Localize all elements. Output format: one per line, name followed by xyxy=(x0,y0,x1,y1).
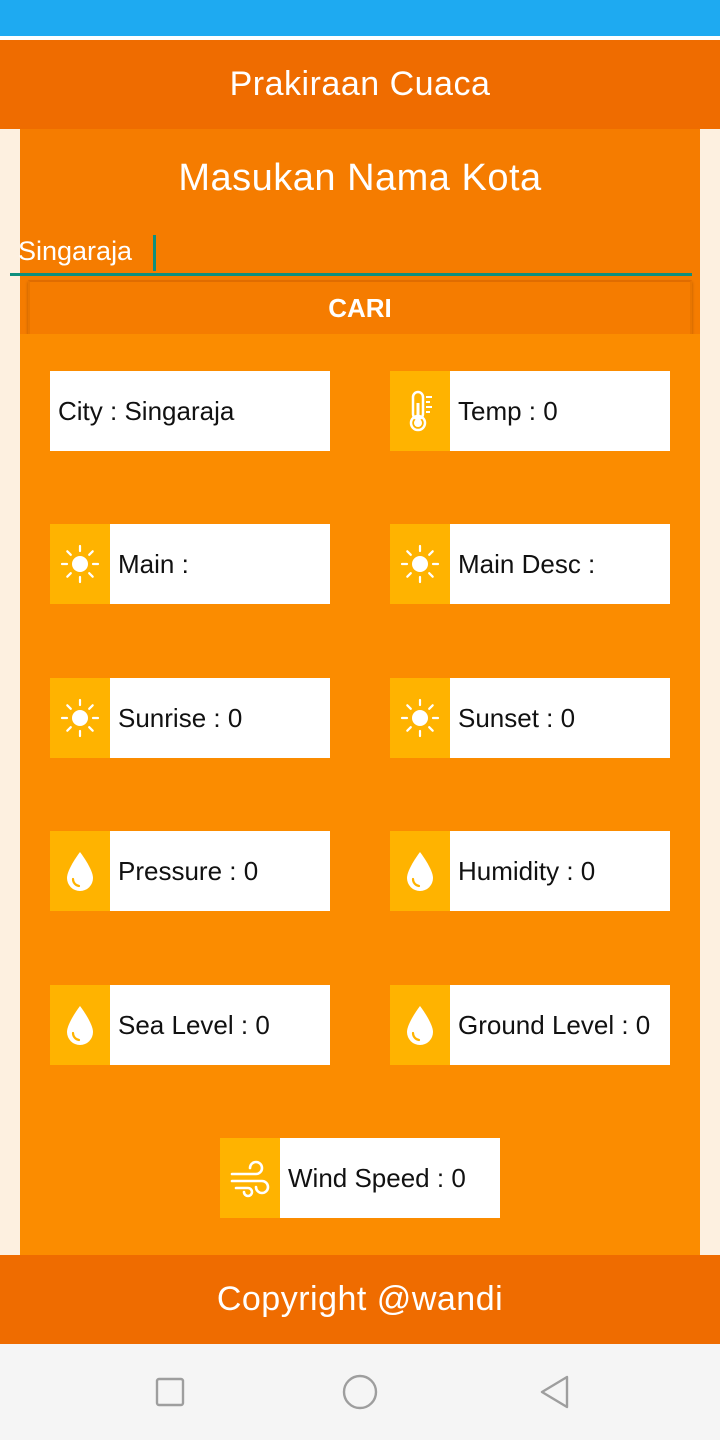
main-desc-label: Main Desc : xyxy=(458,548,596,579)
app-bar: Prakiraan Cuaca xyxy=(0,40,720,129)
wind-speed-label: Wind Speed : 0 xyxy=(288,1162,466,1193)
city-card: City : Singaraja xyxy=(50,371,330,451)
sun-icon xyxy=(50,524,110,604)
wind-icon xyxy=(220,1138,280,1218)
thermometer-icon xyxy=(390,371,450,451)
wind-speed-card: Wind Speed : 0 xyxy=(220,1138,500,1218)
sun-icon xyxy=(390,678,450,758)
sun-icon xyxy=(50,678,110,758)
sunset-label: Sunset : 0 xyxy=(458,702,576,733)
water-drop-icon xyxy=(390,985,450,1065)
ground-level-card: Ground Level : 0 xyxy=(390,985,670,1065)
pressure-card: Pressure : 0 xyxy=(50,831,330,911)
square-icon xyxy=(155,1377,185,1407)
circle-icon xyxy=(342,1374,378,1410)
status-bar xyxy=(0,0,720,36)
temp-card: Temp : 0 xyxy=(390,371,670,451)
footer: Copyright @wandi xyxy=(0,1255,720,1344)
main-card: Main : xyxy=(50,524,330,604)
search-button[interactable]: CARI xyxy=(28,280,692,334)
left-margin xyxy=(0,129,20,1255)
main-label: Main : xyxy=(118,548,189,579)
back-button[interactable] xyxy=(534,1372,574,1412)
right-margin xyxy=(700,129,720,1255)
humidity-card: Humidity : 0 xyxy=(390,831,670,911)
ground-level-label: Ground Level : 0 xyxy=(458,1009,651,1040)
sea-level-label: Sea Level : 0 xyxy=(118,1009,270,1040)
humidity-label: Humidity : 0 xyxy=(458,855,596,886)
sea-level-card: Sea Level : 0 xyxy=(50,985,330,1065)
water-drop-icon xyxy=(50,985,110,1065)
text-cursor xyxy=(153,235,156,271)
home-button[interactable] xyxy=(340,1372,380,1412)
recent-apps-button[interactable] xyxy=(150,1372,190,1412)
sunset-card: Sunset : 0 xyxy=(390,678,670,758)
copyright-text: Copyright @wandi xyxy=(216,1280,504,1318)
sun-icon xyxy=(390,524,450,604)
sunrise-label: Sunrise : 0 xyxy=(118,702,243,733)
city-label: City : Singaraja xyxy=(58,395,235,426)
search-prompt: Masukan Nama Kota xyxy=(178,157,542,199)
back-triangle-icon xyxy=(540,1375,569,1409)
weather-info-panel xyxy=(20,334,700,1255)
main-desc-card: Main Desc : xyxy=(390,524,670,604)
app-title: Prakiraan Cuaca xyxy=(229,65,491,103)
pressure-label: Pressure : 0 xyxy=(118,855,259,886)
city-input[interactable] xyxy=(10,232,692,276)
water-drop-icon xyxy=(50,831,110,911)
system-nav-bar xyxy=(0,1344,720,1440)
water-drop-icon xyxy=(390,831,450,911)
sunrise-card: Sunrise : 0 xyxy=(50,678,330,758)
temp-label: Temp : 0 xyxy=(458,395,558,426)
